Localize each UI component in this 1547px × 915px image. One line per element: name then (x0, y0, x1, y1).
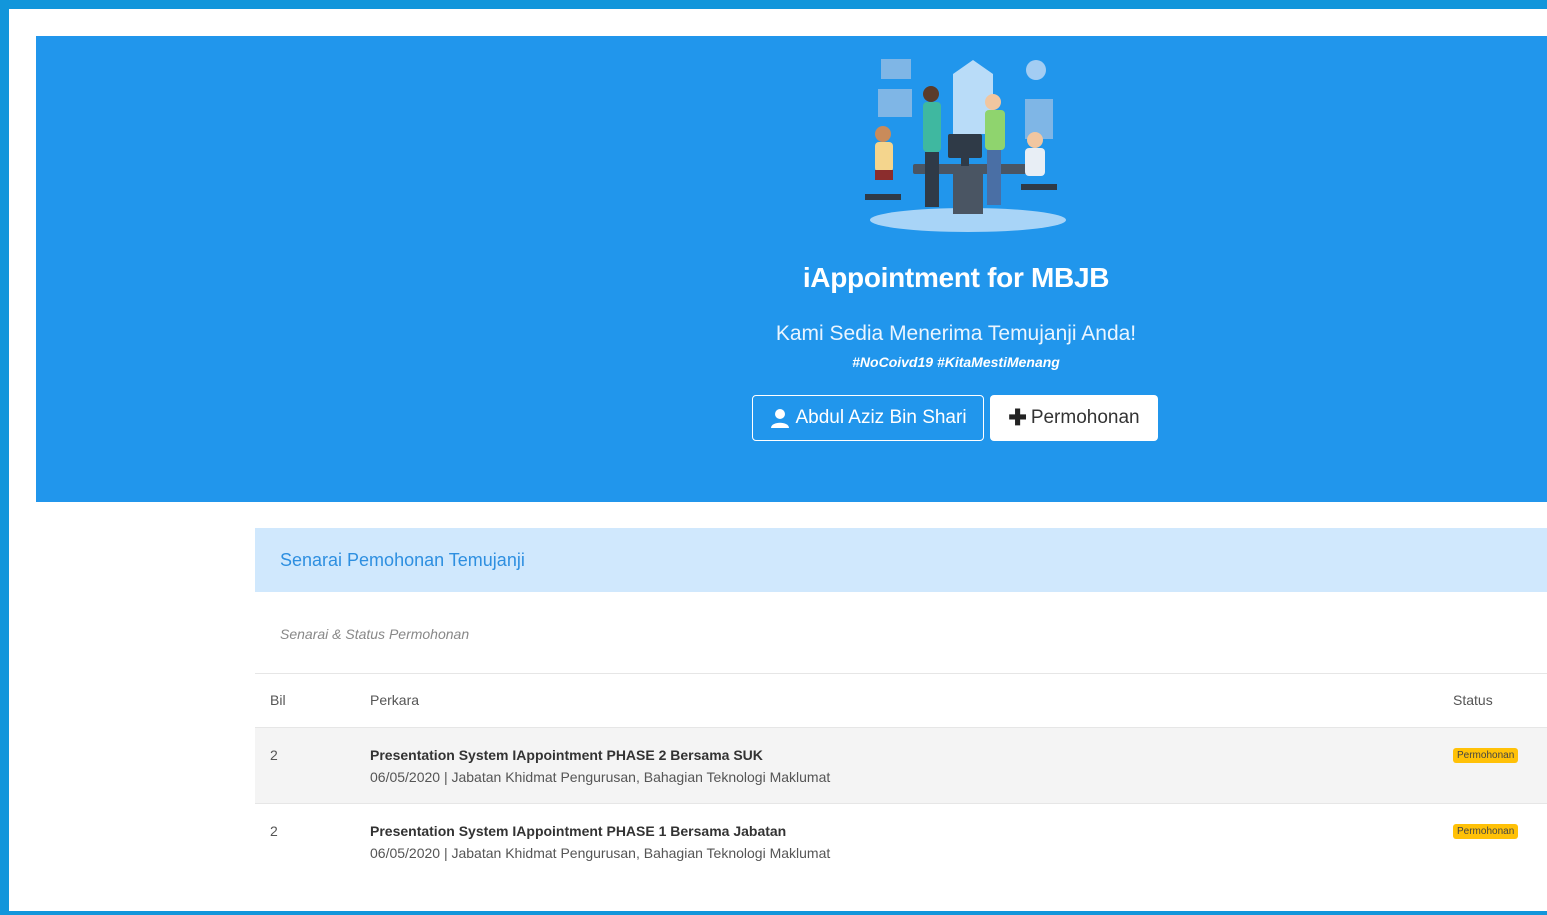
card-title: Senarai Pemohonan Temujanji (280, 550, 525, 570)
table-row[interactable]: 2 Presentation System IAppointment PHASE… (255, 728, 1547, 803)
hero-subtitle: Kami Sedia Menerima Temujanji Anda! (775, 322, 1137, 345)
page: iAppointment for MBJB Kami Sedia Menerim… (9, 9, 1547, 911)
row-number: 2 (270, 747, 278, 763)
user-name-label: Abdul Aziz Bin Shari (795, 407, 967, 428)
new-application-button[interactable]: ✚ Permohonan (990, 395, 1158, 441)
column-header-status: Status (1453, 692, 1493, 708)
hero-hashtags: #NoCoivd19 #KitaMestiMenang (852, 354, 1060, 370)
column-header-perkara: Perkara (370, 692, 420, 708)
user-icon (771, 409, 790, 428)
row-details: 06/05/2020 | Jabatan Khidmat Pengurusan,… (370, 769, 831, 785)
column-header-bil: Bil (270, 692, 286, 708)
hero-banner: iAppointment for MBJB Kami Sedia Menerim… (36, 36, 1547, 502)
divider (255, 673, 1547, 674)
team-meeting-illustration (865, 59, 1066, 232)
status-badge: Permohonan (1453, 824, 1519, 839)
status-badge: Permohonan (1453, 748, 1519, 763)
new-application-label: Permohonan (1030, 407, 1140, 428)
plus-icon: ✚ (1008, 405, 1027, 430)
application-list-card: Senarai Pemohonan Temujanji Senarai & St… (255, 528, 1547, 911)
card-description: Senarai & Status Permohonan (280, 626, 470, 642)
hero-title: iAppointment for MBJB (802, 262, 1110, 293)
row-title: Presentation System IAppointment PHASE 2… (370, 747, 763, 763)
row-details: 06/05/2020 | Jabatan Khidmat Pengurusan,… (370, 845, 831, 861)
row-number: 2 (270, 823, 278, 839)
row-title: Presentation System IAppointment PHASE 1… (370, 823, 787, 839)
user-profile-button[interactable]: Abdul Aziz Bin Shari (752, 395, 984, 441)
table-row[interactable]: 2 Presentation System IAppointment PHASE… (255, 804, 1547, 879)
card-header: Senarai Pemohonan Temujanji (255, 528, 1547, 592)
